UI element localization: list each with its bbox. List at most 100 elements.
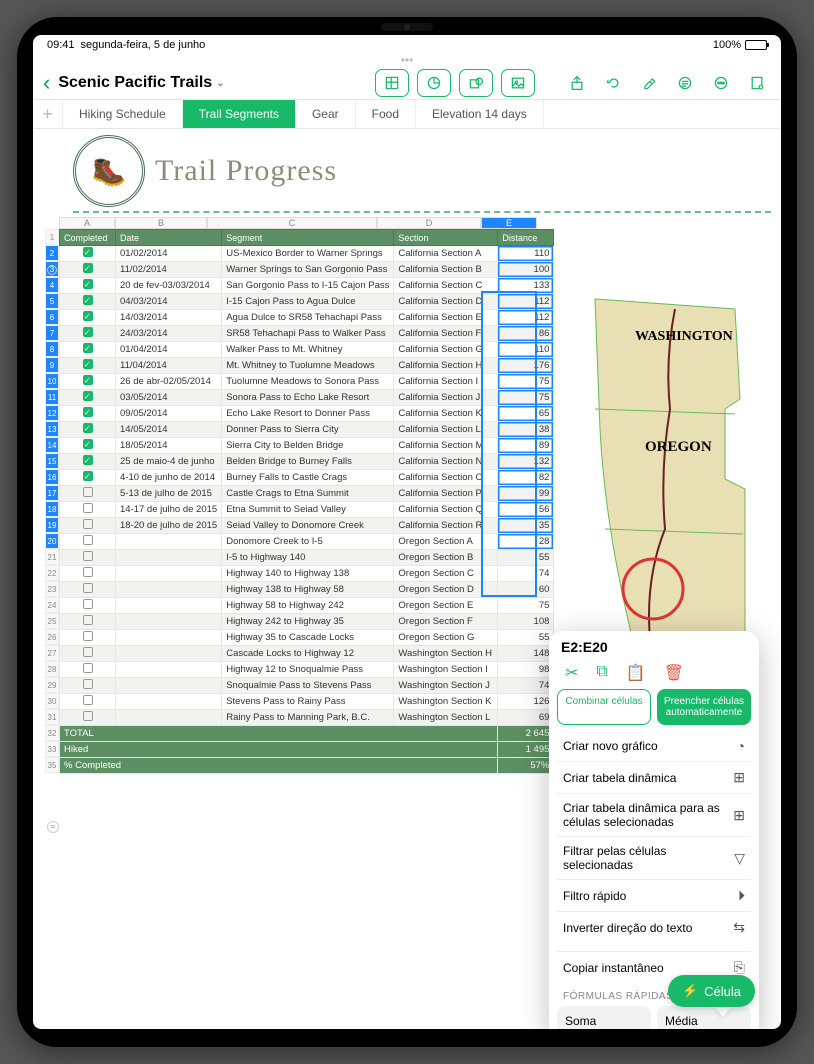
checkbox[interactable] [83, 487, 93, 497]
checkbox[interactable] [83, 535, 93, 545]
checkbox[interactable] [83, 247, 93, 257]
checkbox[interactable] [83, 615, 93, 625]
checkbox[interactable] [83, 679, 93, 689]
spreadsheet-table[interactable]: Completed Date Segment Section Distance … [59, 229, 554, 774]
format-brush-button[interactable] [635, 69, 663, 97]
checkbox[interactable] [83, 375, 93, 385]
table-row[interactable]: 03/05/2014Sonora Pass to Echo Lake Resor… [60, 390, 554, 406]
table-row[interactable]: 26 de abr-02/05/2014Tuolumne Meadows to … [60, 374, 554, 390]
checkbox[interactable] [83, 391, 93, 401]
add-sheet-button[interactable]: + [33, 100, 63, 128]
col-header-A[interactable]: A [59, 217, 115, 229]
insert-table-button[interactable] [375, 69, 409, 97]
popover-action[interactable]: Inverter direção do texto⇆ [557, 911, 751, 943]
table-row[interactable]: 24/03/2014SR58 Tehachapi Pass to Walker … [60, 326, 554, 342]
table-row[interactable]: Highway 12 to Snoqualmie PassWashington … [60, 662, 554, 678]
col-header-E[interactable]: E [481, 217, 537, 229]
popover-action[interactable]: Criar novo gráfico◔ [557, 731, 751, 761]
popover-action[interactable]: Criar tabela dinâmica⊞ [557, 761, 751, 793]
table-row[interactable]: Cascade Locks to Highway 12Washington Se… [60, 646, 554, 662]
insert-shape-button[interactable] [459, 69, 493, 97]
cut-icon[interactable]: ✂ [565, 663, 578, 683]
checkbox[interactable] [83, 455, 93, 465]
column-ruler[interactable]: A B C D E [59, 217, 781, 229]
checkbox[interactable] [83, 551, 93, 561]
back-button[interactable]: ‹ [43, 70, 50, 96]
share-button[interactable] [563, 69, 591, 97]
table-row[interactable]: 09/05/2014Echo Lake Resort to Donner Pas… [60, 406, 554, 422]
table-row[interactable]: 18-20 de julho de 2015Seiad Valley to Do… [60, 518, 554, 534]
undo-button[interactable] [599, 69, 627, 97]
popover-action[interactable]: Criar tabela dinâmica para as células se… [557, 793, 751, 836]
formula-avg-button[interactable]: Média [657, 1006, 751, 1029]
table-row[interactable]: Highway 58 to Highway 242Oregon Section … [60, 598, 554, 614]
checkbox[interactable] [83, 471, 93, 481]
sheet-tab[interactable]: Hiking Schedule [63, 100, 183, 128]
checkbox[interactable] [83, 631, 93, 641]
checkbox[interactable] [83, 439, 93, 449]
multitask-handle-icon[interactable]: ••• [33, 53, 781, 65]
checkbox[interactable] [83, 503, 93, 513]
table-row[interactable]: Highway 242 to Highway 35Oregon Section … [60, 614, 554, 630]
more-button[interactable] [707, 69, 735, 97]
header-distance[interactable]: Distance [498, 230, 554, 246]
checkbox[interactable] [83, 263, 93, 273]
checkbox[interactable] [83, 599, 93, 609]
table-row[interactable]: 20 de fev-03/03/2014San Gorgonio Pass to… [60, 278, 554, 294]
table-row[interactable]: 14/03/2014Agua Dulce to SR58 Tehachapi P… [60, 310, 554, 326]
header-completed[interactable]: Completed [60, 230, 116, 246]
table-row[interactable]: 14/05/2014Donner Pass to Sierra CityCali… [60, 422, 554, 438]
header-date[interactable]: Date [116, 230, 222, 246]
checkbox[interactable] [83, 423, 93, 433]
checkbox[interactable] [83, 567, 93, 577]
copy-icon[interactable]: ⧉ [596, 663, 607, 683]
insert-media-button[interactable] [501, 69, 535, 97]
sheet-tab[interactable]: Trail Segments [183, 100, 296, 128]
sheet-tab[interactable]: Elevation 14 days [416, 100, 544, 128]
checkbox[interactable] [83, 711, 93, 721]
table-row[interactable]: Snoqualmie Pass to Stevens PassWashingto… [60, 678, 554, 694]
table-row[interactable]: Rainy Pass to Manning Park, B.C.Washingt… [60, 710, 554, 726]
delete-icon[interactable]: 🗑 [664, 663, 684, 683]
new-note-button[interactable] [743, 69, 771, 97]
checkbox[interactable] [83, 663, 93, 673]
table-corner-handle[interactable] [47, 265, 57, 275]
table-row[interactable]: Highway 35 to Cascade LocksOregon Sectio… [60, 630, 554, 646]
table-row[interactable]: Highway 138 to Highway 58Oregon Section … [60, 582, 554, 598]
checkbox[interactable] [83, 583, 93, 593]
header-section[interactable]: Section [394, 230, 498, 246]
table-row[interactable]: Donomore Creek to I-5Oregon Section A28 [60, 534, 554, 550]
table-row[interactable]: 01/04/2014Walker Pass to Mt. WhitneyCali… [60, 342, 554, 358]
checkbox[interactable] [83, 327, 93, 337]
merge-cells-button[interactable]: Combinar células [557, 689, 651, 725]
table-row[interactable]: 04/03/2014I-15 Cajon Pass to Agua DulceC… [60, 294, 554, 310]
autofill-button[interactable]: Preencher células automaticamente [657, 689, 751, 725]
col-header-D[interactable]: D [377, 217, 481, 229]
table-row[interactable]: I-5 to Highway 140Oregon Section B55 [60, 550, 554, 566]
checkbox[interactable] [83, 407, 93, 417]
col-header-B[interactable]: B [115, 217, 207, 229]
checkbox[interactable] [83, 295, 93, 305]
table-row[interactable]: Stevens Pass to Rainy PassWashington Sec… [60, 694, 554, 710]
add-row-handle[interactable]: = [47, 821, 59, 833]
sheet-tab[interactable]: Food [356, 100, 416, 128]
table-row[interactable]: 11/02/2014Warner Springs to San Gorgonio… [60, 262, 554, 278]
checkbox[interactable] [83, 695, 93, 705]
table-row[interactable]: 18/05/2014Sierra City to Belden BridgeCa… [60, 438, 554, 454]
cell-fab-button[interactable]: Célula [668, 975, 755, 1007]
table-row[interactable]: 14-17 de julho de 2015Etna Summit to Sei… [60, 502, 554, 518]
insert-chart-button[interactable] [417, 69, 451, 97]
checkbox[interactable] [83, 279, 93, 289]
checkbox[interactable] [83, 343, 93, 353]
checkbox[interactable] [83, 519, 93, 529]
table-row[interactable]: Highway 140 to Highway 138Oregon Section… [60, 566, 554, 582]
sheet-tab[interactable]: Gear [296, 100, 356, 128]
table-row[interactable]: 01/02/2014US-Mexico Border to Warner Spr… [60, 246, 554, 262]
checkbox[interactable] [83, 647, 93, 657]
row-ruler[interactable]: 1234567891011121314151617181920212223242… [45, 229, 59, 774]
table-row[interactable]: 5-13 de julho de 2015Castle Crags to Etn… [60, 486, 554, 502]
table-row[interactable]: 4-10 de junho de 2014Burney Falls to Cas… [60, 470, 554, 486]
document-title[interactable]: Scenic Pacific Trails ⌄ [58, 74, 224, 92]
popover-action[interactable]: Filtrar pelas células selecionadas▽ [557, 836, 751, 879]
checkbox[interactable] [83, 311, 93, 321]
